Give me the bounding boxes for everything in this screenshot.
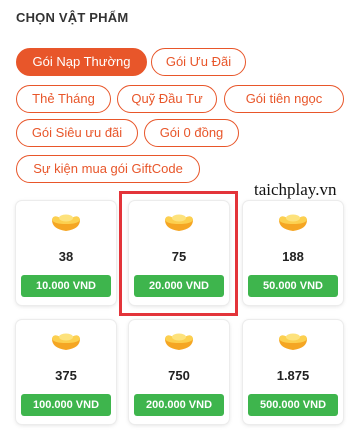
gold-ingot-icon: [165, 333, 193, 350]
section-title: CHỌN VẬT PHẨM: [16, 10, 129, 25]
tab-goi-0-dong[interactable]: Gói 0 đồng: [144, 119, 239, 147]
tab-quy-dau-tu[interactable]: Quỹ Đầu Tư: [117, 85, 217, 113]
package-amount: 188: [282, 249, 304, 264]
package-card[interactable]: 1.875 500.000 VND: [243, 320, 343, 424]
gold-ingot-icon: [52, 214, 80, 231]
package-card[interactable]: 188 50.000 VND: [243, 201, 343, 305]
package-price-button[interactable]: 200.000 VND: [134, 394, 224, 416]
package-amount: 375: [55, 368, 77, 383]
package-amount: 1.875: [276, 368, 310, 383]
package-card[interactable]: 375 100.000 VND: [16, 320, 116, 424]
package-card[interactable]: 38 10.000 VND: [16, 201, 116, 305]
package-price-button[interactable]: 10.000 VND: [21, 275, 111, 297]
package-price-button[interactable]: 500.000 VND: [248, 394, 338, 416]
package-amount: 38: [58, 249, 74, 264]
watermark-text: taichplay.vn: [254, 180, 337, 199]
gold-ingot-icon: [52, 333, 80, 350]
package-amount: 750: [168, 368, 190, 383]
gold-ingot-icon: [279, 333, 307, 350]
tab-goi-uu-dai[interactable]: Gói Ưu Đãi: [151, 48, 246, 76]
package-price-button[interactable]: 100.000 VND: [21, 394, 111, 416]
gold-ingot-icon: [279, 214, 307, 231]
tab-goi-sieu-uu-dai[interactable]: Gói Siêu ưu đãi: [16, 119, 138, 147]
package-card[interactable]: 750 200.000 VND: [129, 320, 229, 424]
tab-the-thang[interactable]: Thẻ Tháng: [16, 85, 111, 113]
package-price-button[interactable]: 50.000 VND: [248, 275, 338, 297]
tab-su-kien-giftcode[interactable]: Sự kiện mua gói GiftCode: [16, 155, 200, 183]
tab-goi-tien-ngoc[interactable]: Gói tiên ngọc: [224, 85, 344, 113]
tab-goi-nap-thuong[interactable]: Gói Nạp Thường: [16, 48, 147, 76]
selection-highlight-box: [119, 191, 238, 316]
